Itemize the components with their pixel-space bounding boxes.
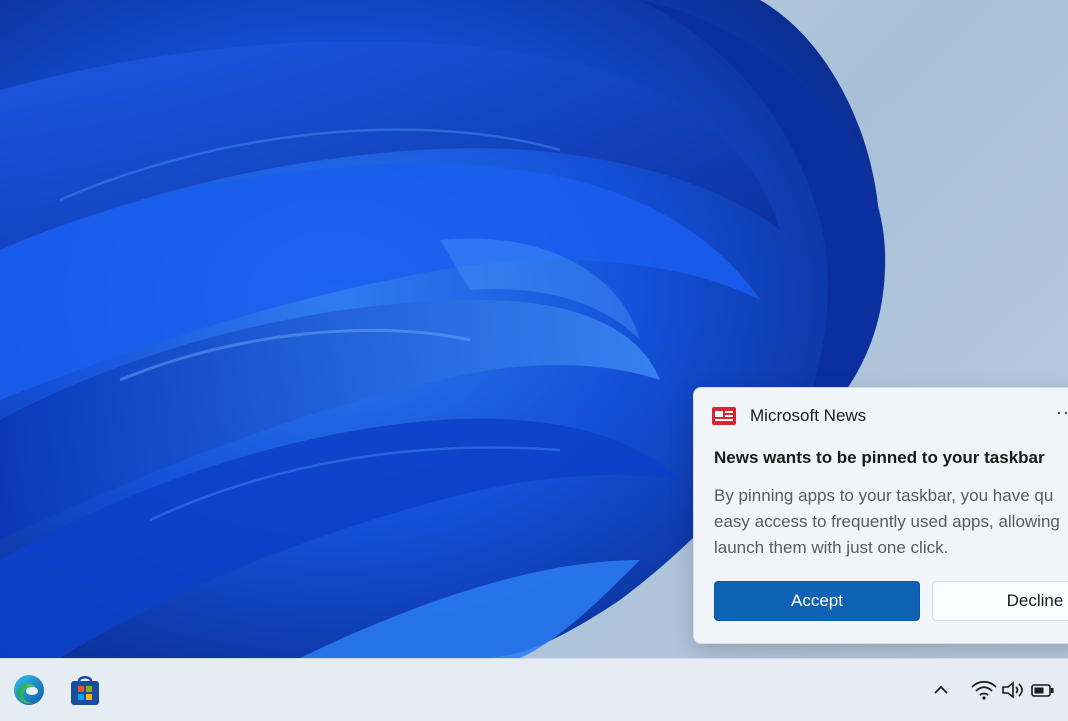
notification-body: By pinning apps to your taskbar, you hav… [714, 483, 1068, 561]
volume-icon [1002, 681, 1023, 699]
store-taskbar-button[interactable] [68, 673, 102, 707]
notification-body-line: easy access to frequently used apps, all… [714, 512, 1060, 531]
edge-taskbar-button[interactable] [12, 673, 46, 707]
toast-header: Microsoft News [712, 404, 866, 428]
chevron-up-icon [934, 685, 948, 694]
pin-notification-toast: Microsoft News ·· News wants to be pinne… [693, 387, 1068, 644]
wifi-icon [971, 680, 997, 700]
show-hidden-icons-button[interactable] [930, 677, 952, 703]
decline-button[interactable]: Decline [932, 581, 1068, 621]
battery-icon [1031, 684, 1054, 697]
accept-button[interactable]: Accept [714, 581, 920, 621]
notification-title: News wants to be pinned to your taskbar [714, 448, 1045, 467]
more-options-button[interactable]: ·· [1056, 402, 1068, 423]
quick-settings-button[interactable] [970, 677, 1056, 703]
notification-body-line: By pinning apps to your taskbar, you hav… [714, 486, 1054, 505]
store-icon [71, 676, 99, 705]
microsoft-news-icon [712, 407, 736, 425]
desktop: Microsoft News ·· News wants to be pinne… [0, 0, 1068, 658]
app-name: Microsoft News [750, 406, 867, 425]
notification-body-line: launch them with just one click. [714, 538, 949, 557]
taskbar [0, 658, 1068, 721]
edge-icon [14, 675, 44, 705]
